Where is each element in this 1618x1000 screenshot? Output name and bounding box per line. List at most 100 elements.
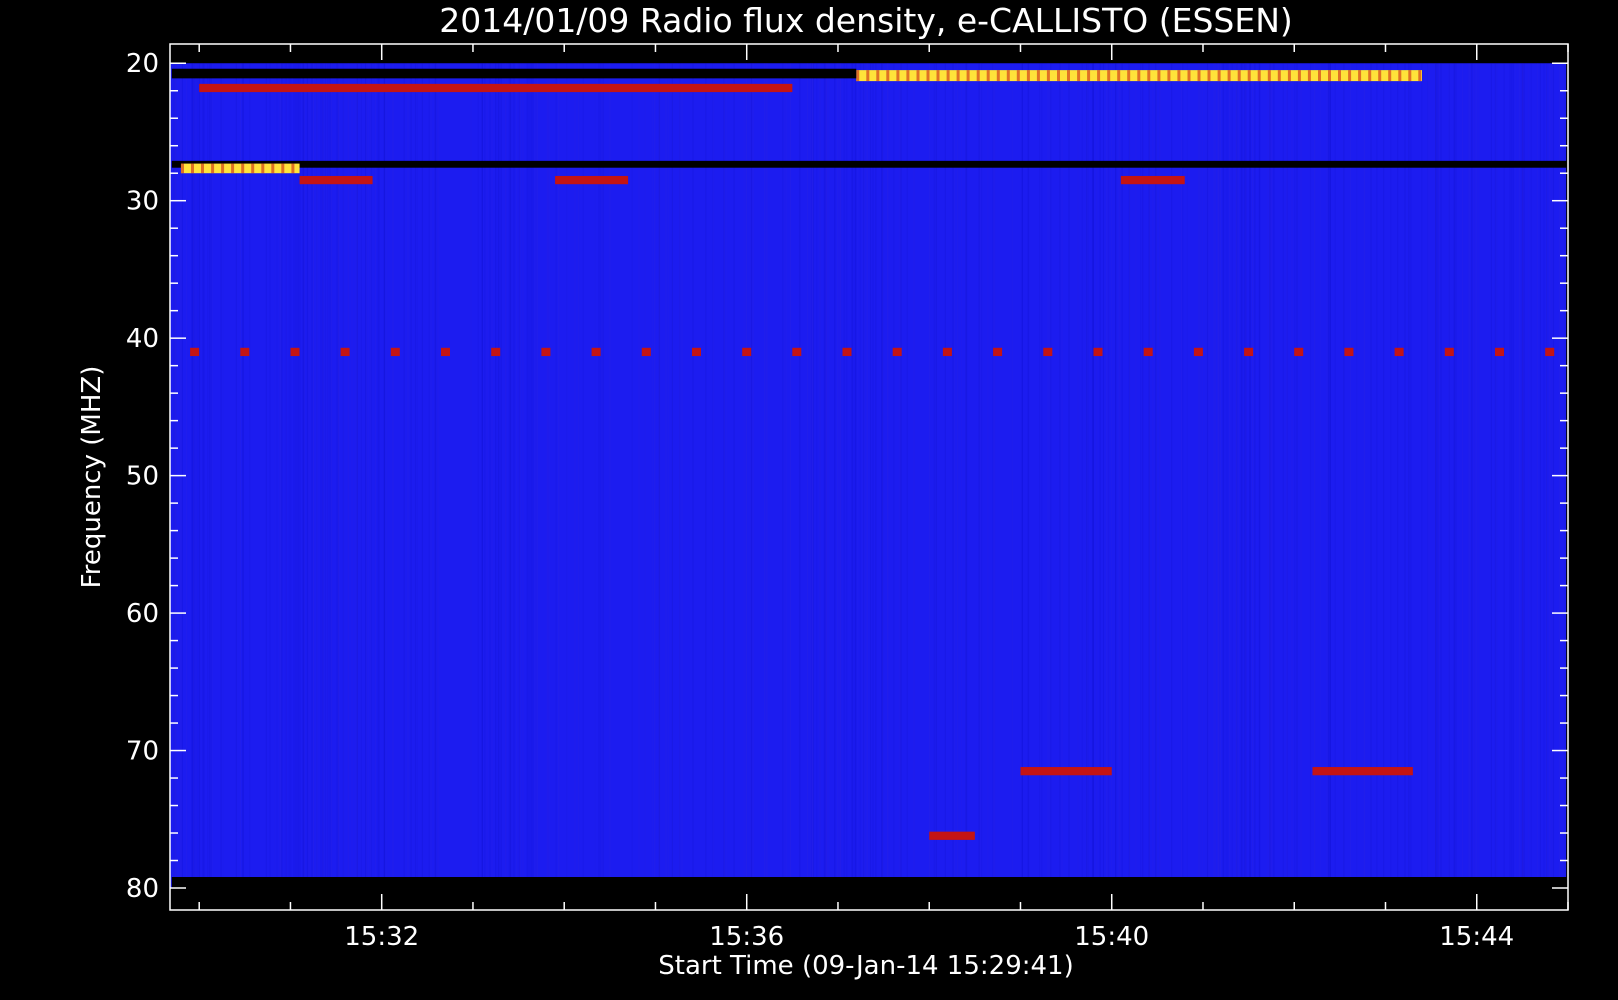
noise-streak xyxy=(598,63,600,889)
noise-streak xyxy=(407,63,409,889)
noise-streak xyxy=(1237,63,1239,889)
feature-streak xyxy=(1127,70,1131,82)
noise-streak xyxy=(746,63,748,889)
noise-streak xyxy=(857,63,859,889)
noise-streak xyxy=(1343,63,1345,889)
feature-streak xyxy=(1157,70,1161,82)
noise-streak xyxy=(1108,63,1110,889)
noise-streak xyxy=(203,63,205,889)
feature-emission-patch xyxy=(1120,175,1185,185)
noise-streak xyxy=(899,63,901,889)
feature-streak xyxy=(1368,70,1372,82)
noise-streak xyxy=(1428,63,1430,889)
noise-streak xyxy=(1235,63,1237,889)
noise-streak xyxy=(935,63,937,889)
feature-streak xyxy=(1077,70,1081,82)
noise-streak xyxy=(195,63,197,889)
noise-streak xyxy=(1548,63,1550,889)
noise-streak xyxy=(823,63,825,889)
noise-streak xyxy=(294,63,296,889)
noise-streak xyxy=(1314,63,1316,889)
noise-streak xyxy=(276,63,278,889)
noise-streak xyxy=(308,63,310,889)
noise-streak xyxy=(1096,63,1098,889)
noise-streak xyxy=(1496,63,1498,889)
feature-streak xyxy=(1087,70,1091,82)
noise-streak xyxy=(953,63,956,889)
feature-streak xyxy=(291,163,295,174)
noise-streak xyxy=(1180,63,1182,889)
noise-streak xyxy=(851,63,853,889)
feature-streak xyxy=(1408,70,1412,82)
noise-streak xyxy=(644,63,646,889)
noise-streak xyxy=(1426,63,1429,889)
noise-streak xyxy=(574,63,576,889)
feature-streak xyxy=(946,70,950,82)
noise-streak xyxy=(1363,63,1365,889)
interference-dot xyxy=(390,347,400,357)
noise-streak xyxy=(681,63,683,889)
feature-streak xyxy=(1026,70,1030,82)
noise-streak xyxy=(1511,63,1513,889)
interference-dot xyxy=(792,347,802,357)
noise-streak xyxy=(1258,63,1260,889)
noise-streak xyxy=(1477,63,1479,889)
noise-streak xyxy=(933,63,935,889)
noise-streak xyxy=(526,63,528,889)
noise-streak xyxy=(1410,63,1412,889)
noise-streak xyxy=(1404,63,1406,889)
noise-streak xyxy=(692,63,694,889)
noise-streak xyxy=(944,63,946,889)
noise-streak xyxy=(1282,63,1284,889)
feature-noise-band xyxy=(171,877,1568,889)
noise-streak xyxy=(414,63,417,889)
noise-streak xyxy=(555,63,557,889)
noise-streak xyxy=(1214,63,1216,889)
noise-streak xyxy=(311,63,313,889)
noise-streak xyxy=(1041,63,1043,889)
feature-emission-band xyxy=(1312,767,1413,776)
noise-streak xyxy=(273,63,275,889)
noise-streak xyxy=(1117,63,1119,889)
feature-streak xyxy=(1307,70,1311,82)
feature-streak xyxy=(1217,70,1221,82)
noise-streak xyxy=(1021,63,1023,889)
interference-dot xyxy=(290,347,300,357)
noise-streak xyxy=(351,63,353,889)
feature-streak xyxy=(986,70,990,82)
noise-streak xyxy=(866,63,868,889)
noise-streak xyxy=(834,63,836,889)
noise-streak xyxy=(784,63,786,889)
feature-streak xyxy=(1046,70,1050,82)
noise-streak xyxy=(1397,63,1399,889)
feature-streak xyxy=(896,70,900,82)
feature-streak xyxy=(251,163,255,174)
noise-streak xyxy=(1543,63,1545,889)
noise-streak xyxy=(222,63,224,889)
noise-streak xyxy=(594,63,596,889)
noise-streak xyxy=(220,63,222,889)
noise-streak xyxy=(667,63,669,889)
noise-streak xyxy=(1350,63,1352,889)
noise-streak xyxy=(828,63,830,889)
noise-streak xyxy=(812,63,815,889)
noise-streak xyxy=(1503,63,1505,889)
feature-streak xyxy=(1057,70,1060,82)
feature-streak xyxy=(231,163,235,174)
noise-streak xyxy=(799,63,801,889)
noise-streak xyxy=(1241,63,1243,889)
interference-dot xyxy=(692,347,701,357)
noise-streak xyxy=(306,63,308,889)
interference-dot xyxy=(641,347,651,357)
feature-streak xyxy=(996,70,1000,82)
noise-streak xyxy=(725,63,727,889)
noise-streak xyxy=(297,63,299,889)
noise-streak xyxy=(609,63,611,889)
noise-streak xyxy=(1102,63,1105,889)
noise-streak xyxy=(1327,63,1329,889)
noise-streak xyxy=(1296,63,1298,889)
noise-streak xyxy=(843,63,845,889)
interference-dot xyxy=(1444,347,1454,357)
interference-dot xyxy=(1043,347,1053,357)
noise-streak xyxy=(651,63,653,889)
